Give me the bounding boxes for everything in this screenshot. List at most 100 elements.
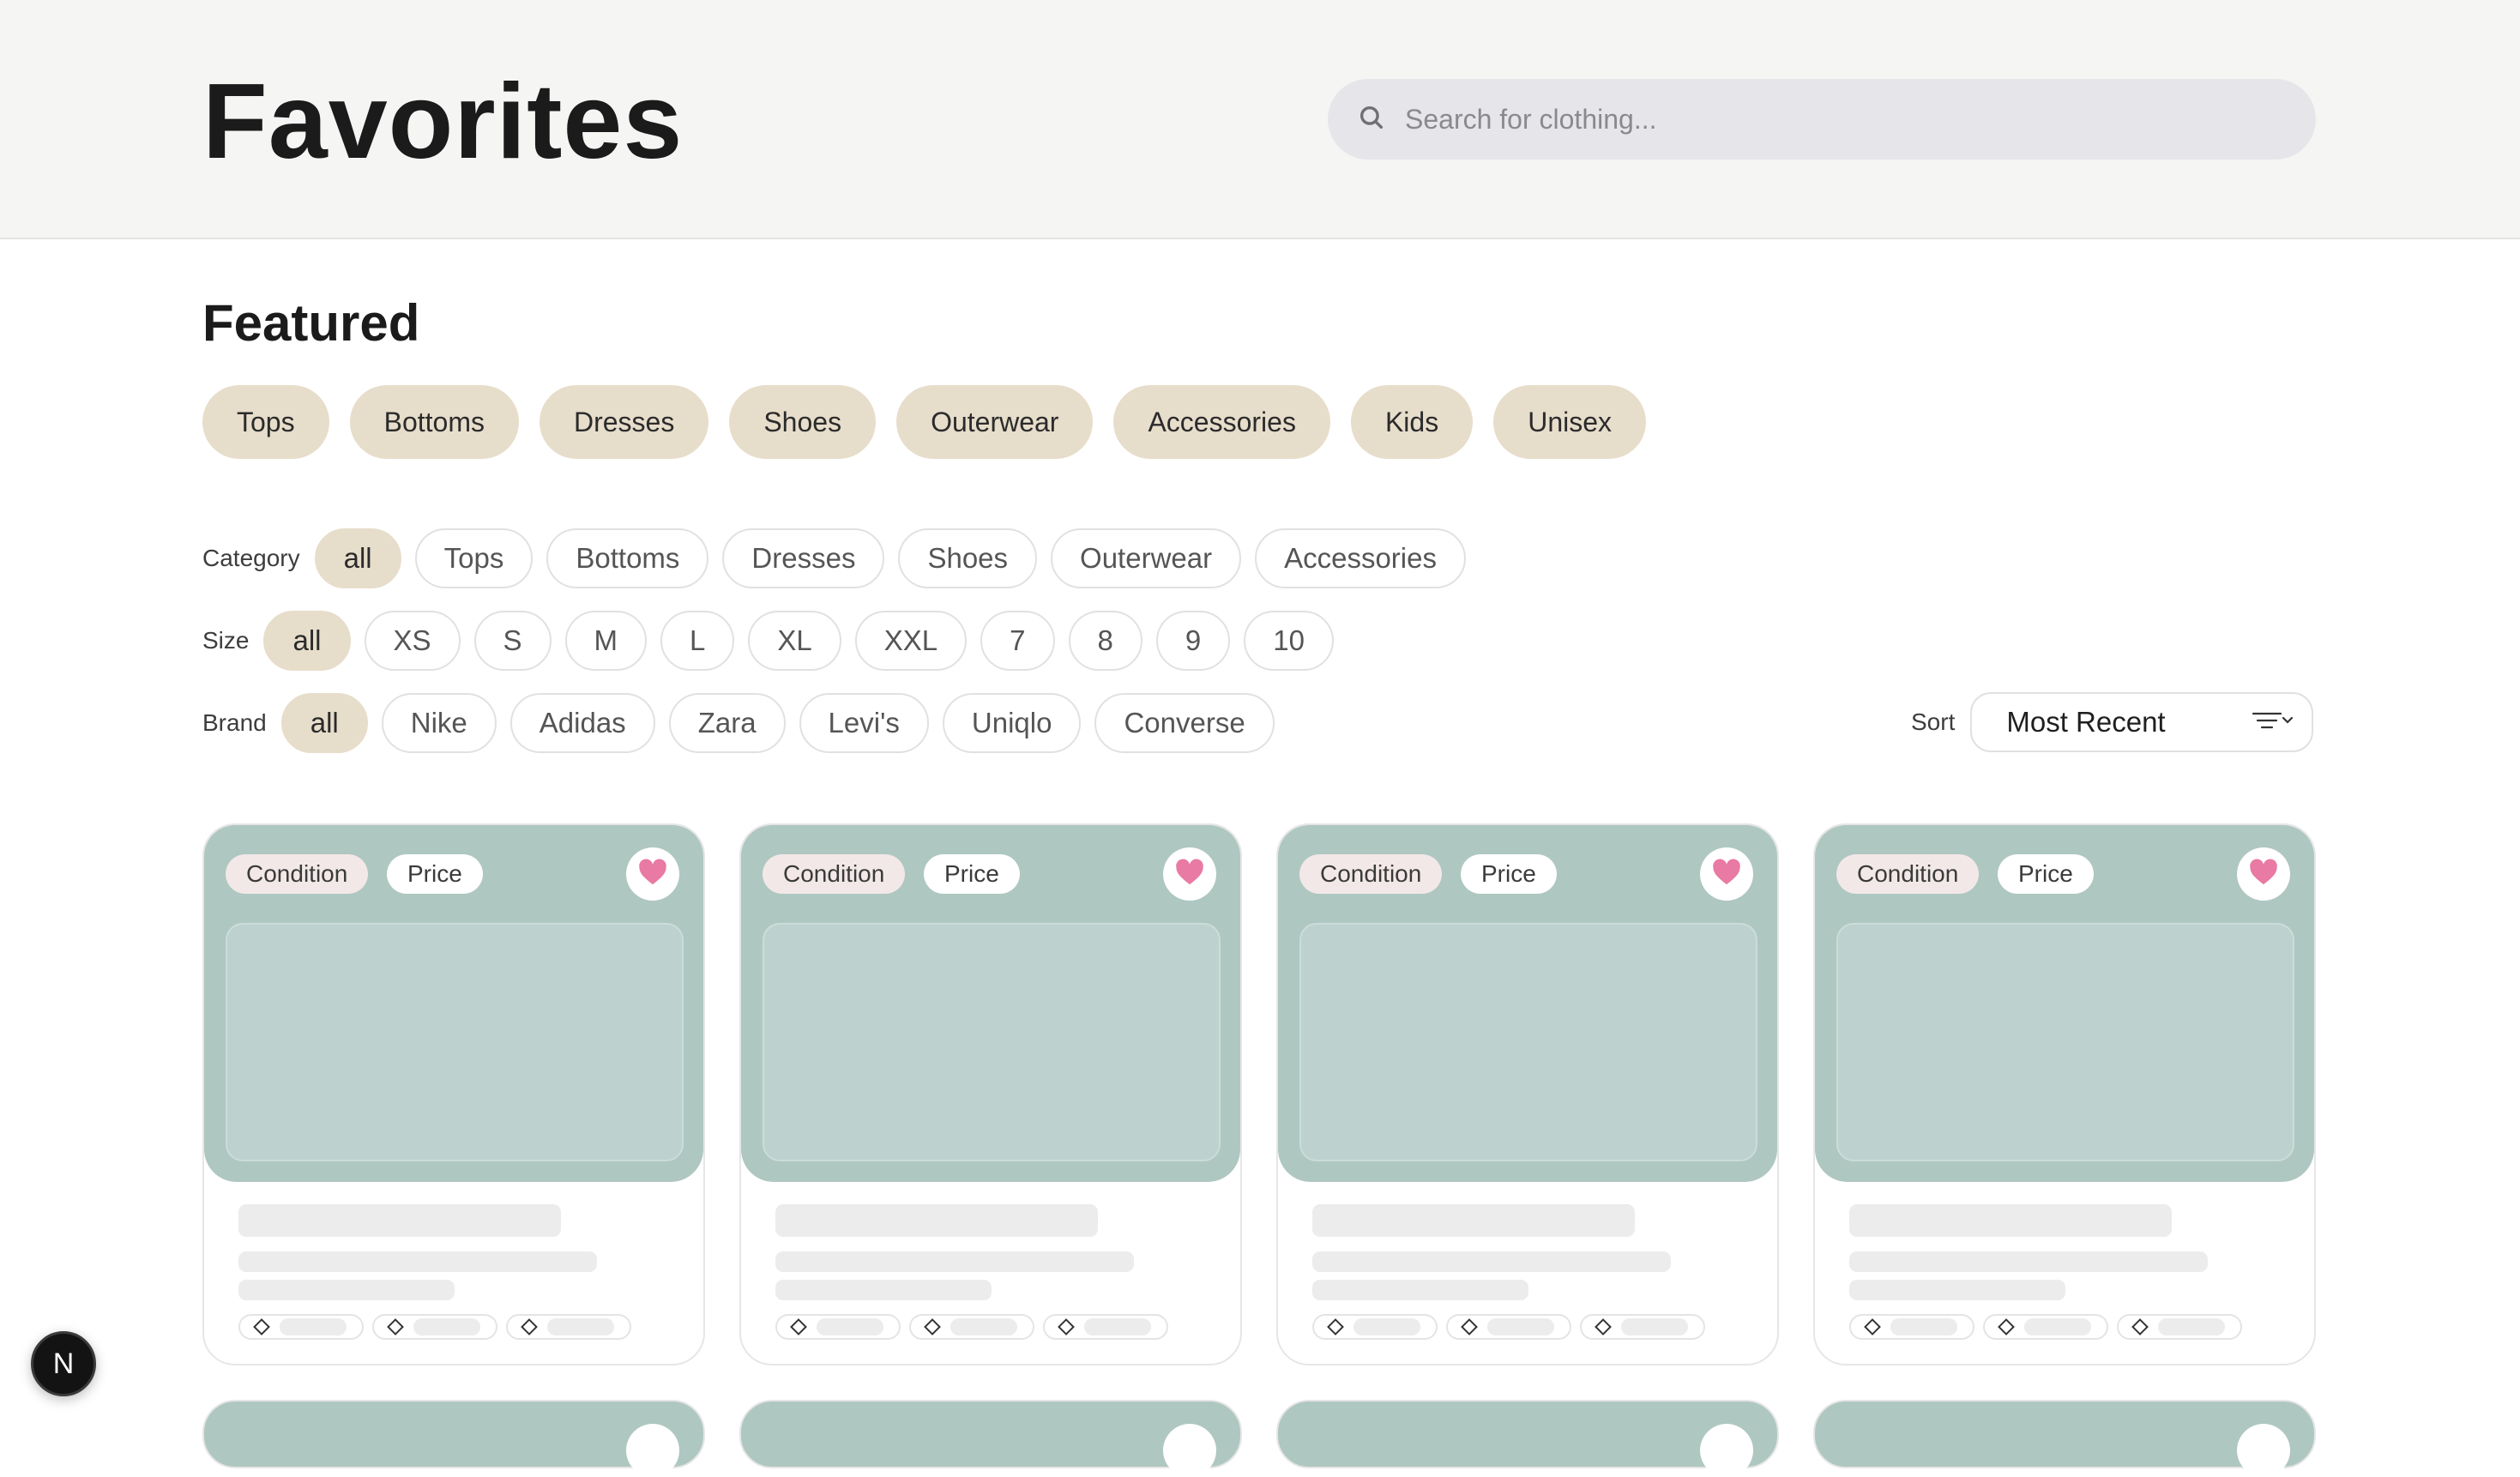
text-skeleton — [1849, 1280, 2065, 1300]
heart-icon — [1712, 859, 1741, 890]
size-chip-8[interactable]: 8 — [1068, 611, 1142, 671]
featured-pill-tops[interactable]: Tops — [202, 385, 329, 459]
sort-filter-icon — [2252, 706, 2294, 738]
condition-tag: Condition — [1836, 854, 1980, 894]
brand-label: Brand — [202, 709, 267, 736]
brand-chip-nike[interactable]: Nike — [381, 693, 497, 753]
text-skeleton — [238, 1280, 455, 1300]
meta-chip — [506, 1314, 631, 1340]
featured-pill-shoes[interactable]: Shoes — [729, 385, 877, 459]
product-card[interactable]: Condition Price — [739, 823, 1242, 1365]
size-chip-10[interactable]: 10 — [1244, 611, 1334, 671]
size-chip-9[interactable]: 9 — [1155, 611, 1231, 671]
category-chip-dresses[interactable]: Dresses — [722, 528, 885, 588]
product-card[interactable] — [202, 1400, 705, 1477]
diamond-icon — [253, 1318, 270, 1335]
title-skeleton — [238, 1204, 561, 1237]
meta-skeleton — [817, 1318, 883, 1335]
brand-chip-all[interactable]: all — [280, 693, 368, 753]
text-skeleton — [1849, 1251, 2208, 1272]
text-skeleton — [775, 1280, 992, 1300]
meta-chip — [1849, 1314, 1974, 1340]
category-chip-tops[interactable]: Tops — [414, 528, 534, 588]
size-chip-xs[interactable]: XS — [364, 611, 461, 671]
featured-pill-bottoms[interactable]: Bottoms — [349, 385, 519, 459]
product-card[interactable]: Condition Price — [1813, 823, 2316, 1365]
product-card[interactable] — [1813, 1400, 2316, 1477]
product-card[interactable] — [739, 1400, 1242, 1477]
size-chip-s[interactable]: S — [473, 611, 552, 671]
featured-pill-unisex[interactable]: Unisex — [1493, 385, 1647, 459]
size-chip-all[interactable]: all — [263, 611, 351, 671]
favorite-button[interactable] — [1700, 1424, 1753, 1477]
meta-chip — [1580, 1314, 1705, 1340]
category-chip-bottoms[interactable]: Bottoms — [546, 528, 709, 588]
diamond-icon — [521, 1318, 538, 1335]
diamond-icon — [1461, 1318, 1478, 1335]
diamond-icon — [924, 1318, 941, 1335]
size-chip-m[interactable]: M — [564, 611, 648, 671]
meta-chip — [238, 1314, 364, 1340]
price-tag: Price — [1998, 854, 2094, 894]
title-skeleton — [775, 1204, 1098, 1237]
category-chip-accessories[interactable]: Accessories — [1255, 528, 1466, 588]
meta-chip — [1446, 1314, 1571, 1340]
product-card[interactable]: Condition Price — [202, 823, 705, 1365]
heart-icon — [638, 859, 667, 890]
page-title: Favorites — [202, 63, 684, 181]
image-placeholder — [1299, 923, 1757, 1161]
favorite-button[interactable] — [1163, 847, 1216, 901]
brand-chip-uniqlo[interactable]: Uniqlo — [942, 693, 1082, 753]
brand-chip-converse[interactable]: Converse — [1094, 693, 1275, 753]
meta-skeleton — [950, 1318, 1017, 1335]
search-bar[interactable] — [1328, 79, 2316, 160]
badge-letter: N — [52, 1347, 75, 1380]
favorite-button[interactable] — [1700, 847, 1753, 901]
brand-chip-levis[interactable]: Levi's — [799, 693, 929, 753]
product-card[interactable] — [1276, 1400, 1779, 1477]
meta-skeleton — [2158, 1318, 2225, 1335]
featured-pill-kids[interactable]: Kids — [1350, 385, 1474, 459]
text-skeleton — [1312, 1280, 1528, 1300]
price-tag: Price — [924, 854, 1020, 894]
sort-select[interactable]: Most Recent — [1970, 692, 2314, 752]
brand-filter-row: Brand all Nike Adidas Zara Levi's Uniqlo… — [202, 693, 1275, 753]
brand-chip-zara[interactable]: Zara — [668, 693, 786, 753]
featured-pill-accessories[interactable]: Accessories — [1113, 385, 1330, 459]
category-chip-all[interactable]: all — [314, 528, 401, 588]
search-icon — [1357, 103, 1386, 136]
meta-skeleton — [1084, 1318, 1151, 1335]
size-chip-xxl[interactable]: XXL — [854, 611, 968, 671]
favorite-button[interactable] — [626, 1424, 679, 1477]
brand-chip-adidas[interactable]: Adidas — [509, 693, 655, 753]
category-chip-shoes[interactable]: Shoes — [898, 528, 1038, 588]
diamond-icon — [387, 1318, 404, 1335]
nextjs-badge-icon[interactable]: N — [31, 1331, 96, 1396]
diamond-icon — [1595, 1318, 1612, 1335]
meta-skeleton — [547, 1318, 614, 1335]
favorite-button[interactable] — [626, 847, 679, 901]
size-chip-7[interactable]: 7 — [980, 611, 1055, 671]
product-card[interactable]: Condition Price — [1276, 823, 1779, 1365]
featured-pill-outerwear[interactable]: Outerwear — [896, 385, 1094, 459]
meta-chip — [775, 1314, 901, 1340]
diamond-icon — [1058, 1318, 1075, 1335]
featured-pill-dresses[interactable]: Dresses — [539, 385, 709, 459]
title-skeleton — [1849, 1204, 2172, 1237]
favorite-button[interactable] — [2237, 1424, 2290, 1477]
image-placeholder — [763, 923, 1221, 1161]
price-tag: Price — [1461, 854, 1557, 894]
meta-chip — [372, 1314, 497, 1340]
title-skeleton — [1312, 1204, 1635, 1237]
condition-tag: Condition — [226, 854, 369, 894]
sort-label: Sort — [1911, 708, 1956, 735]
diamond-icon — [1998, 1318, 2015, 1335]
size-chip-xl[interactable]: XL — [748, 611, 841, 671]
diamond-icon — [2131, 1318, 2149, 1335]
favorite-button[interactable] — [2237, 847, 2290, 901]
category-chip-outerwear[interactable]: Outerwear — [1051, 528, 1242, 588]
search-input[interactable] — [1403, 102, 2264, 136]
text-skeleton — [1312, 1251, 1671, 1272]
favorite-button[interactable] — [1163, 1424, 1216, 1477]
size-chip-l[interactable]: L — [660, 611, 735, 671]
